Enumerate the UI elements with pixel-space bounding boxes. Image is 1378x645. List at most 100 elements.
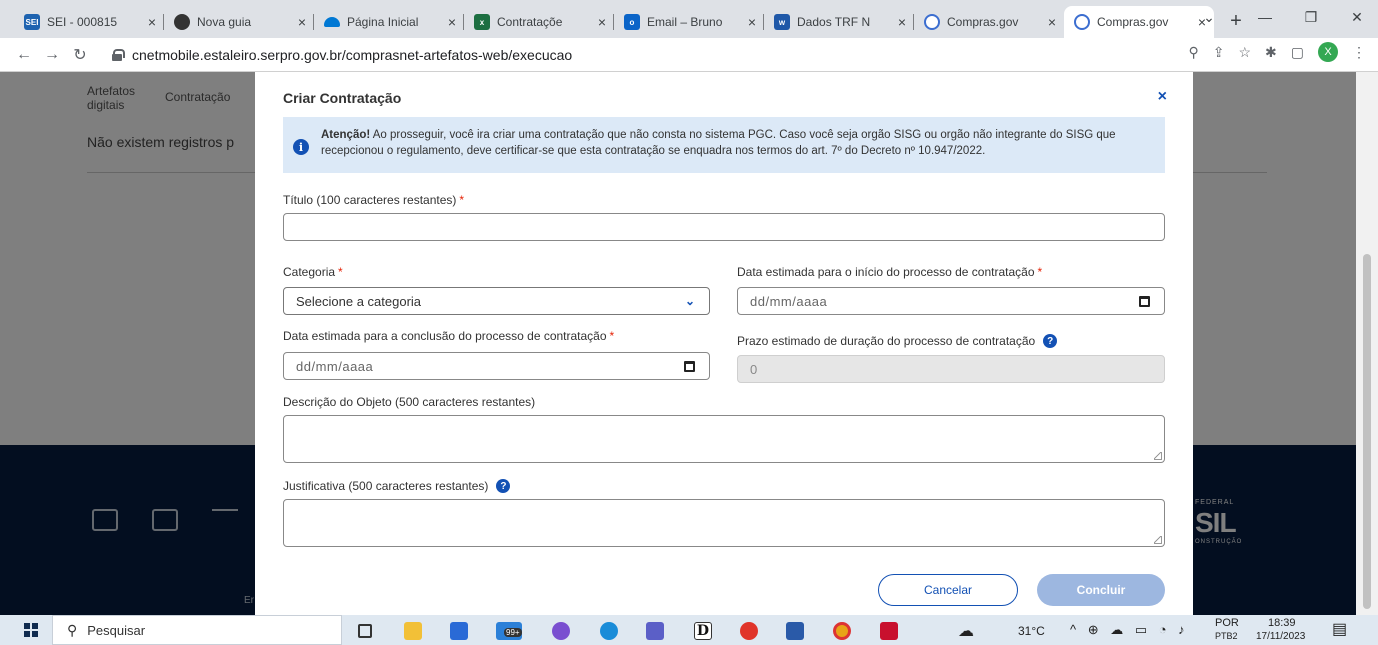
tab-title: SEI - 000815 <box>47 15 118 29</box>
cancel-button[interactable]: Cancelar <box>878 574 1018 606</box>
help-icon[interactable]: ? <box>1043 334 1058 348</box>
back-icon[interactable]: ← <box>10 41 38 69</box>
tab-title: Email – Bruno <box>647 15 723 29</box>
file-explorer-icon[interactable] <box>404 622 422 640</box>
categoria-select[interactable]: Selecione a categoria ⌄ <box>283 287 710 315</box>
browser-tab[interactable]: x Contrataçõe × <box>464 6 614 38</box>
sei-icon: SEI <box>24 14 40 30</box>
keyboard-layout[interactable]: PTB2 <box>1215 631 1238 641</box>
data-conclusao-label-text: Data estimada para a conclusão do proces… <box>283 329 607 343</box>
task-view-icon[interactable] <box>358 624 372 638</box>
tab-search-icon[interactable]: ⌄ <box>1186 0 1232 34</box>
close-icon[interactable]: × <box>1158 88 1167 106</box>
bookmark-star-icon[interactable]: ☆ <box>1238 44 1251 61</box>
outlook-icon: o <box>624 14 640 30</box>
tab-title: Compras.gov <box>947 15 1019 29</box>
notifications-icon[interactable]: ▤ <box>1332 619 1347 639</box>
close-window-button[interactable]: ✕ <box>1334 0 1378 34</box>
forward-icon[interactable]: → <box>38 41 66 69</box>
close-tab-icon[interactable]: × <box>148 14 156 30</box>
titulo-label-text: Título (100 caracteres restantes) <box>283 193 457 207</box>
search-placeholder: Pesquisar <box>87 622 146 638</box>
concluir-button[interactable]: Concluir <box>1037 574 1165 606</box>
descricao-label: Descrição do Objeto (500 caracteres rest… <box>283 395 535 409</box>
page-scrollbar[interactable] <box>1356 72 1378 615</box>
data-inicio-input[interactable]: dd/mm/aaaa <box>737 287 1165 315</box>
close-tab-icon[interactable]: × <box>298 14 306 30</box>
tab-title: Compras.gov <box>1097 15 1169 29</box>
browser-tab[interactable]: SEI SEI - 000815 × <box>14 6 164 38</box>
teams-icon[interactable] <box>646 622 664 640</box>
weather-temp[interactable]: 31°C <box>1018 624 1045 638</box>
compras-icon <box>1074 14 1090 30</box>
side-panel-icon[interactable]: ▢ <box>1291 44 1304 61</box>
resize-handle[interactable] <box>1154 452 1162 460</box>
resize-handle[interactable] <box>1154 536 1162 544</box>
titulo-input[interactable] <box>283 213 1165 241</box>
minimize-button[interactable]: — <box>1242 0 1288 34</box>
app-icon[interactable] <box>552 622 570 640</box>
excel-icon: x <box>474 14 490 30</box>
profile-avatar[interactable]: X <box>1318 42 1338 62</box>
compass-icon[interactable] <box>786 622 804 640</box>
weather-icon: ☁ <box>958 623 974 640</box>
url-text: cnetmobile.estaleiro.serpro.gov.br/compr… <box>132 47 573 63</box>
system-tray-icons[interactable]: ^ ⊕ ☁ ▭ ◔ ♪ <box>1070 622 1189 638</box>
close-tab-icon[interactable]: × <box>448 14 456 30</box>
d-app-icon[interactable]: D <box>694 622 712 640</box>
reload-icon[interactable]: ↻ <box>66 41 94 69</box>
restore-button[interactable]: ❐ <box>1288 0 1334 34</box>
attention-alert: i Atenção! Ao prosseguir, você ira criar… <box>283 117 1165 173</box>
share-icon[interactable]: ⇪ <box>1213 44 1225 61</box>
browser-tab[interactable]: Página Inicial × <box>314 6 464 38</box>
store-icon[interactable] <box>450 622 468 640</box>
browser-toolbar: ← → ↻ cnetmobile.estaleiro.serpro.gov.br… <box>0 38 1378 72</box>
pdf-reader-icon[interactable] <box>880 622 898 640</box>
edge-icon[interactable] <box>600 622 618 640</box>
calendar-icon[interactable] <box>1139 296 1150 307</box>
data-inicio-label: Data estimada para o início do processo … <box>737 265 1042 279</box>
browser-tab[interactable]: o Email – Bruno × <box>614 6 764 38</box>
windows-start-icon[interactable] <box>24 623 38 637</box>
mail-badge: 99+ <box>504 628 522 637</box>
browser-tab[interactable]: w Dados TRF N × <box>764 6 914 38</box>
browser-tab-strip: SEI SEI - 000815 × Nova guia × Página Inici… <box>0 0 1378 38</box>
clock-date[interactable]: 17/11/2023 <box>1256 631 1305 642</box>
data-conclusao-input[interactable]: dd/mm/aaaa <box>283 352 710 380</box>
help-icon[interactable]: ? <box>496 479 511 493</box>
menu-kebab-icon[interactable]: ⋮ <box>1352 44 1366 61</box>
categoria-label: Categoria * <box>283 265 343 279</box>
justificativa-textarea[interactable] <box>283 499 1165 547</box>
extensions-icon[interactable]: ✱ <box>1265 44 1277 61</box>
taskbar-search[interactable]: ⚲ Pesquisar <box>52 615 342 645</box>
cloud-icon <box>324 17 340 27</box>
categoria-selected-value: Selecione a categoria <box>296 293 422 309</box>
required-mark: * <box>459 193 465 207</box>
info-icon: i <box>293 139 309 155</box>
date-placeholder: dd/mm/aaaa <box>296 358 374 374</box>
address-bar[interactable]: cnetmobile.estaleiro.serpro.gov.br/compr… <box>112 43 1212 67</box>
tab-title: Dados TRF N <box>797 15 871 29</box>
modal-title: Criar Contratação <box>283 90 402 106</box>
close-tab-icon[interactable]: × <box>898 14 906 30</box>
word-icon: w <box>774 14 790 30</box>
g-app-icon[interactable] <box>740 622 758 640</box>
data-inicio-label-text: Data estimada para o início do processo … <box>737 265 1035 279</box>
lock-icon <box>112 49 125 61</box>
close-tab-icon[interactable]: × <box>748 14 756 30</box>
keyboard-language[interactable]: POR <box>1215 617 1239 629</box>
scrollbar-thumb[interactable] <box>1363 254 1371 609</box>
browser-tab[interactable]: Nova guia × <box>164 6 314 38</box>
zoom-icon[interactable]: ⚲ <box>1188 44 1198 61</box>
chrome-icon[interactable] <box>833 622 851 640</box>
alert-bold: Atenção! <box>321 129 371 141</box>
close-tab-icon[interactable]: × <box>1048 14 1056 30</box>
justificativa-label-text: Justificativa (500 caracteres restantes) <box>283 479 489 493</box>
calendar-icon[interactable] <box>684 361 695 372</box>
mail-icon[interactable]: 99+ <box>496 622 522 640</box>
compras-icon <box>924 14 940 30</box>
clock-time[interactable]: 18:39 <box>1268 617 1296 629</box>
browser-tab[interactable]: Compras.gov × <box>914 6 1064 38</box>
descricao-textarea[interactable] <box>283 415 1165 463</box>
close-tab-icon[interactable]: × <box>598 14 606 30</box>
